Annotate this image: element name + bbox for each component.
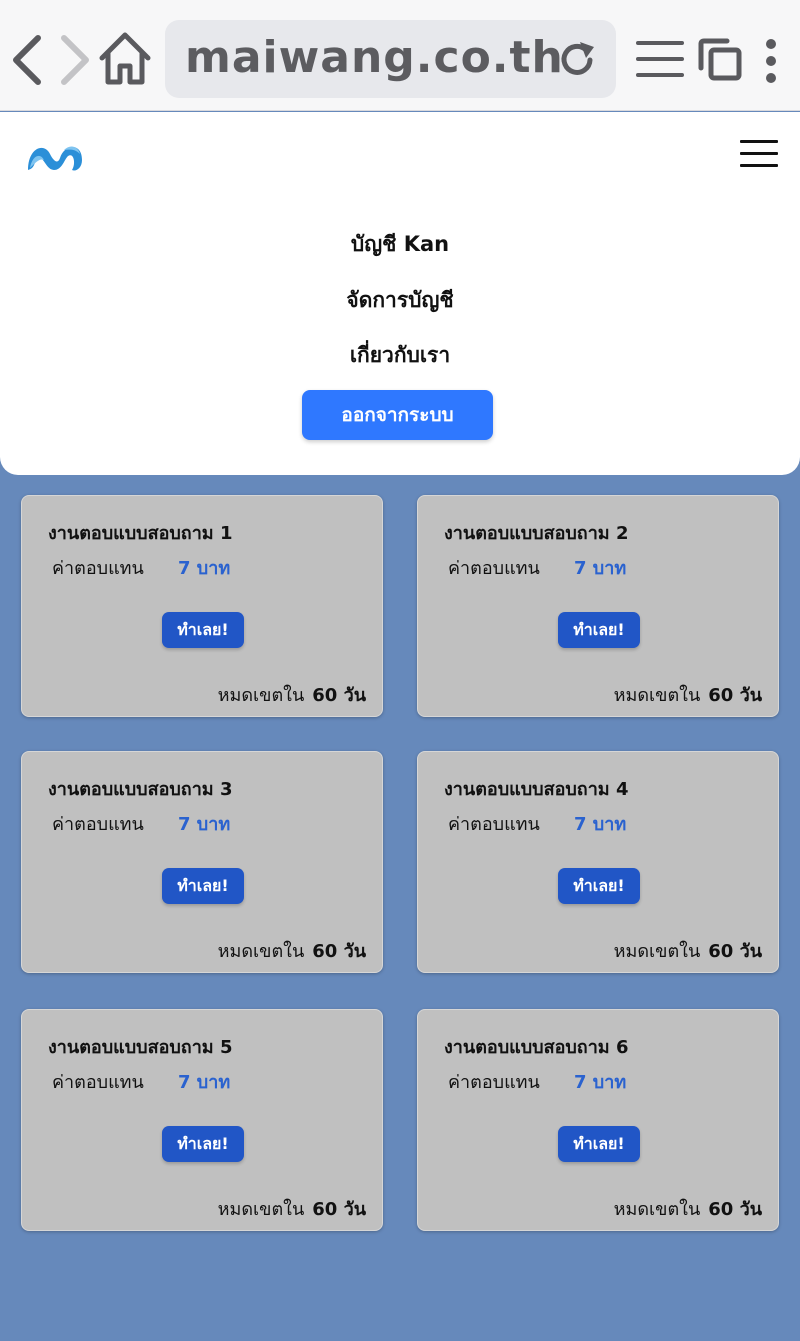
reward-value: 7 บาท [574, 1072, 627, 1093]
reward-label: ค่าตอบแทน [52, 1072, 144, 1093]
expire-label: หมดเขตใน [613, 685, 701, 706]
expire-info: หมดเขตใน 60 วัน [614, 1194, 762, 1223]
menu-link-account[interactable]: บัญชี Kan [0, 228, 800, 261]
menu-link-manage-account[interactable]: จัดการบัญชี [0, 284, 800, 317]
tabs-icon[interactable] [697, 38, 743, 82]
reward-value: 7 บาท [178, 558, 231, 579]
start-survey-button[interactable]: ทำเลย! [162, 868, 244, 904]
survey-title: งานตอบแบบสอบถาม 5 [48, 1037, 233, 1058]
survey-card: งานตอบแบบสอบถาม 4 ค่าตอบแทน 7 บาท ทำเลย!… [417, 751, 779, 973]
expire-label: หมดเขตใน [217, 941, 305, 962]
start-survey-button[interactable]: ทำเลย! [558, 612, 640, 648]
survey-card: งานตอบแบบสอบถาม 1 ค่าตอบแทน 7 บาท ทำเลย!… [21, 495, 383, 717]
reload-icon[interactable] [556, 38, 600, 82]
reward-value: 7 บาท [574, 814, 627, 835]
expire-value: 60 วัน [312, 685, 366, 706]
hamburger-icon[interactable] [740, 140, 778, 168]
menu-link-about[interactable]: เกี่ยวกับเรา [0, 339, 800, 372]
survey-card: งานตอบแบบสอบถาม 3 ค่าตอบแทน 7 บาท ทำเลย!… [21, 751, 383, 973]
expire-label: หมดเขตใน [217, 1199, 305, 1220]
logout-button[interactable]: ออกจากระบบ [302, 390, 493, 440]
reward-value: 7 บาท [178, 1072, 231, 1093]
reward-label: ค่าตอบแทน [52, 814, 144, 835]
chevron-right-icon[interactable] [52, 30, 96, 90]
expire-info: หมดเขตใน 60 วัน [218, 680, 366, 709]
survey-title: งานตอบแบบสอบถาม 1 [48, 523, 233, 544]
survey-card: งานตอบแบบสอบถาม 2 ค่าตอบแทน 7 บาท ทำเลย!… [417, 495, 779, 717]
url-text: maiwang.co.th [185, 32, 564, 83]
reward-label: ค่าตอบแทน [448, 814, 540, 835]
expire-value: 60 วัน [312, 941, 366, 962]
address-bar[interactable]: maiwang.co.th [165, 20, 616, 98]
reward-label: ค่าตอบแทน [448, 558, 540, 579]
expire-value: 60 วัน [708, 685, 762, 706]
expire-info: หมดเขตใน 60 วัน [218, 936, 366, 965]
survey-title: งานตอบแบบสอบถาม 4 [444, 779, 629, 800]
chevron-left-icon[interactable] [6, 30, 50, 90]
reward-value: 7 บาท [574, 558, 627, 579]
start-survey-button[interactable]: ทำเลย! [558, 1126, 640, 1162]
expire-info: หมดเขตใน 60 วัน [614, 680, 762, 709]
start-survey-button[interactable]: ทำเลย! [162, 1126, 244, 1162]
more-vertical-icon[interactable] [760, 38, 782, 84]
home-icon[interactable] [96, 28, 154, 90]
expire-label: หมดเขตใน [613, 941, 701, 962]
reward-label: ค่าตอบแทน [52, 558, 144, 579]
expire-value: 60 วัน [708, 1199, 762, 1220]
reward-label: ค่าตอบแทน [448, 1072, 540, 1093]
survey-title: งานตอบแบบสอบถาม 6 [444, 1037, 629, 1058]
browser-toolbar: maiwang.co.th [0, 0, 800, 111]
survey-title: งานตอบแบบสอบถาม 2 [444, 523, 629, 544]
reward-value: 7 บาท [178, 814, 231, 835]
expire-value: 60 วัน [708, 941, 762, 962]
survey-card: งานตอบแบบสอบถาม 5 ค่าตอบแทน 7 บาท ทำเลย!… [21, 1009, 383, 1231]
survey-card: งานตอบแบบสอบถาม 6 ค่าตอบแทน 7 บาท ทำเลย!… [417, 1009, 779, 1231]
expire-label: หมดเขตใน [613, 1199, 701, 1220]
start-survey-button[interactable]: ทำเลย! [558, 868, 640, 904]
survey-title: งานตอบแบบสอบถาม 3 [48, 779, 233, 800]
expire-label: หมดเขตใน [217, 685, 305, 706]
expire-info: หมดเขตใน 60 วัน [218, 1194, 366, 1223]
start-survey-button[interactable]: ทำเลย! [162, 612, 244, 648]
site-header: บัญชี Kan จัดการบัญชี เกี่ยวกับเรา ออกจา… [0, 112, 800, 475]
expire-value: 60 วัน [312, 1199, 366, 1220]
menu-icon[interactable] [636, 38, 684, 80]
expire-info: หมดเขตใน 60 วัน [614, 936, 762, 965]
maiwang-logo[interactable] [24, 134, 86, 174]
